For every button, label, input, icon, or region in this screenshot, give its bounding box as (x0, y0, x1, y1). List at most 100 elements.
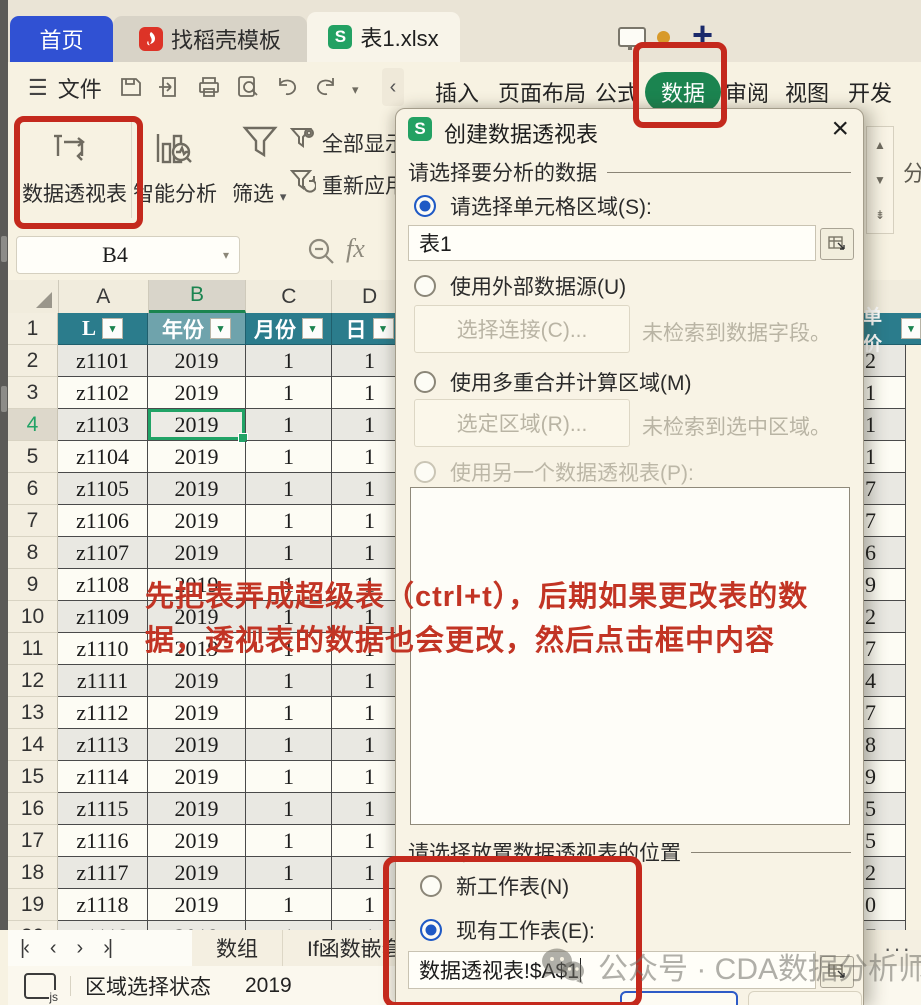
grid-cell-partial[interactable]: 6 (862, 537, 906, 569)
print-icon[interactable] (196, 74, 222, 100)
grid-cell-partial[interactable]: 5 (862, 793, 906, 825)
grid-cell[interactable]: z1112 (58, 697, 148, 729)
grid-cell-partial[interactable]: 9 (862, 761, 906, 793)
grid-cell[interactable]: 1 (246, 345, 332, 377)
name-box[interactable]: B4 ▾ (16, 236, 240, 274)
grid-cell[interactable]: z1103 (58, 409, 148, 441)
row-number[interactable]: 12 (8, 665, 58, 697)
grid-cell[interactable]: z1110 (58, 633, 148, 665)
header-cell-c[interactable]: 月份▾ (246, 313, 332, 345)
radio-selected-icon[interactable] (414, 195, 436, 217)
print-preview-icon[interactable] (235, 74, 261, 100)
filter-button[interactable]: ▾ (901, 318, 921, 339)
tab-home[interactable]: 首页 (10, 16, 113, 62)
grid-cell[interactable]: z1117 (58, 857, 148, 889)
grid-cell-partial[interactable]: 5 (862, 825, 906, 857)
radio-multiple-ranges[interactable]: 使用多重合并计算区域(M) (414, 367, 691, 397)
close-icon[interactable]: × (831, 111, 849, 147)
row-number[interactable]: 11 (8, 633, 58, 665)
column-letter-B[interactable]: B (149, 280, 247, 313)
grid-cell[interactable]: 1 (246, 441, 332, 473)
grid-cell[interactable]: z1115 (58, 793, 148, 825)
grid-cell[interactable]: z1119 (58, 921, 148, 930)
filter-button[interactable]: ▾ (210, 318, 231, 339)
grid-cell[interactable]: 2019 (148, 409, 246, 441)
column-letter-A[interactable]: A (59, 280, 149, 313)
menu-item-1[interactable]: 插入 (427, 72, 487, 112)
grid-cell[interactable]: 1 (246, 537, 332, 569)
grid-cell[interactable]: 1 (246, 761, 332, 793)
grid-cell[interactable]: z1118 (58, 889, 148, 921)
grid-cell[interactable]: 1 (246, 889, 332, 921)
grid-cell[interactable]: 1 (246, 409, 332, 441)
zoom-out-icon[interactable] (306, 236, 338, 268)
range-picker-button[interactable] (820, 228, 854, 260)
grid-cell[interactable]: 1 (246, 921, 332, 930)
grid-cell-partial[interactable]: 7 (862, 633, 906, 665)
row-number[interactable]: 2 (8, 345, 58, 377)
grid-cell[interactable]: z1109 (58, 601, 148, 633)
grid-cell[interactable]: 1 (246, 505, 332, 537)
radio-another-pivot[interactable]: 使用另一个数据透视表(P): (414, 457, 694, 487)
grid-cell-partial[interactable]: 1 (862, 441, 906, 473)
select-range-button[interactable]: 选定区域(R)... (414, 399, 630, 447)
row-number[interactable]: 14 (8, 729, 58, 761)
ribbon-scroll-spinner[interactable]: ▲▼⇟ (866, 126, 894, 234)
row-number[interactable]: 19 (8, 889, 58, 921)
grid-cell[interactable]: 2019 (148, 505, 246, 537)
filter-button[interactable]: ▾ (302, 318, 323, 339)
grid-cell[interactable]: z1113 (58, 729, 148, 761)
fx-icon[interactable]: fx (346, 234, 365, 264)
radio-cell-range[interactable]: 请选择单元格区域(S): (414, 191, 652, 221)
file-menu-button[interactable]: ☰ 文件 (28, 72, 102, 104)
grid-cell[interactable]: 1 (246, 473, 332, 505)
grid-cell-partial[interactable]: 9 (862, 569, 906, 601)
sheet-tab-1[interactable]: 数组 (192, 930, 283, 966)
grid-cell[interactable]: z1106 (58, 505, 148, 537)
grid-cell[interactable]: z1114 (58, 761, 148, 793)
grid-cell[interactable]: 1 (246, 665, 332, 697)
show-all-button[interactable]: 全部显示 (322, 128, 406, 158)
grid-cell[interactable]: 2019 (148, 697, 246, 729)
grid-cell[interactable]: 2019 (148, 729, 246, 761)
row-number[interactable]: 17 (8, 825, 58, 857)
grid-cell[interactable]: 2019 (148, 857, 246, 889)
ribbon-back-arrow[interactable]: ‹ (382, 68, 404, 106)
filter-button[interactable]: 筛选 ▾ (232, 178, 286, 208)
grid-cell[interactable]: z1111 (58, 665, 148, 697)
row-number[interactable]: 8 (8, 537, 58, 569)
name-box-dropdown-icon[interactable]: ▾ (213, 248, 239, 262)
row-number[interactable]: 1 (8, 313, 58, 345)
row-number[interactable]: 16 (8, 793, 58, 825)
grid-cell[interactable]: 2019 (148, 665, 246, 697)
filter-button[interactable]: ▾ (102, 318, 123, 339)
grid-cell-partial[interactable]: 7 (862, 473, 906, 505)
grid-cell[interactable]: 1 (246, 793, 332, 825)
next-sheet-icon[interactable]: › (77, 937, 82, 960)
grid-cell[interactable]: 2019 (148, 537, 246, 569)
column-letter-C[interactable]: C (246, 280, 332, 313)
last-sheet-icon[interactable]: ›| (103, 937, 111, 960)
row-number[interactable]: 9 (8, 569, 58, 601)
grid-cell-partial[interactable]: 1 (862, 377, 906, 409)
choose-connection-button[interactable]: 选择连接(C)... (414, 305, 630, 353)
header-cell-a[interactable]: L▾ (58, 313, 148, 345)
grid-cell[interactable]: z1104 (58, 441, 148, 473)
menu-item-2[interactable]: 页面布局 (490, 72, 594, 112)
undo-icon[interactable] (274, 74, 300, 100)
row-number[interactable]: 3 (8, 377, 58, 409)
grid-cell[interactable]: z1101 (58, 345, 148, 377)
tab-docer-templates[interactable]: 找稻壳模板 (113, 16, 307, 62)
row-number[interactable]: 18 (8, 857, 58, 889)
quick-access-dropdown-icon[interactable]: ▾ (352, 82, 359, 98)
grid-cell[interactable]: 2019 (148, 889, 246, 921)
grid-cell[interactable]: 1 (246, 857, 332, 889)
grid-cell[interactable]: 2019 (148, 377, 246, 409)
grid-cell[interactable]: z1116 (58, 825, 148, 857)
row-number[interactable]: 20 (8, 921, 58, 930)
cancel-button[interactable]: 取消 (748, 991, 862, 1005)
grid-cell[interactable]: 1 (246, 377, 332, 409)
grid-cell[interactable]: 1 (246, 729, 332, 761)
grid-cell[interactable]: 2019 (148, 473, 246, 505)
row-number[interactable]: 6 (8, 473, 58, 505)
